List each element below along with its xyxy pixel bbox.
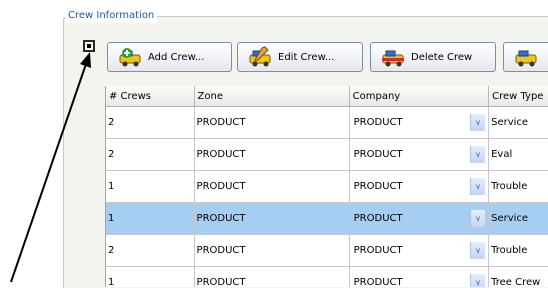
annotation-arrow [10, 52, 91, 283]
